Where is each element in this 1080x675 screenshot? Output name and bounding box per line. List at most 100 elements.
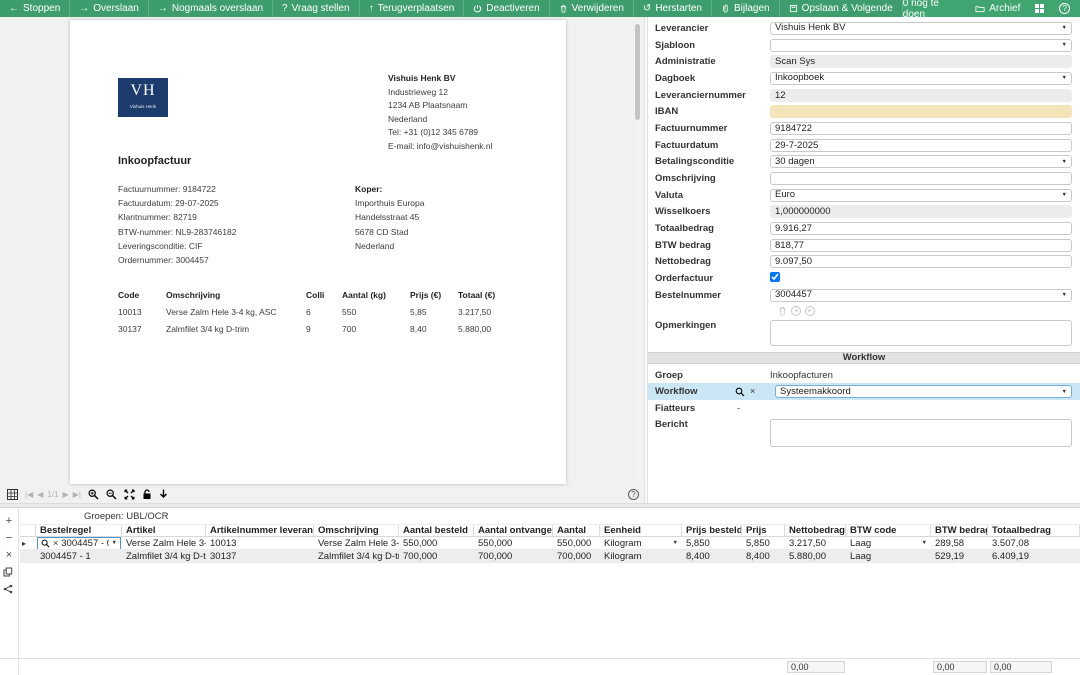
- col-aantal-ontvangen[interactable]: Aantal ontvangen: [474, 525, 553, 536]
- col-prijs: Prijs (€): [410, 290, 458, 300]
- trash-icon[interactable]: [778, 306, 787, 316]
- skip-again-button[interactable]: → Nogmaals overslaan: [149, 0, 273, 17]
- clear-icon[interactable]: ×: [750, 387, 755, 396]
- footer-totaalbedrag: 0,00: [990, 661, 1052, 673]
- trash-icon: [559, 4, 568, 13]
- ask-question-button[interactable]: ? Vraag stellen: [273, 0, 360, 17]
- lock-icon[interactable]: [142, 489, 152, 500]
- archive-button[interactable]: Archief: [975, 3, 1020, 14]
- remove-row-icon[interactable]: −: [3, 533, 15, 543]
- valuta-select[interactable]: Euro: [770, 189, 1072, 202]
- field-bericht: Bericht: [648, 417, 1080, 449]
- fit-page-icon[interactable]: [124, 489, 135, 500]
- field-nettobedrag: Nettobedrag: [648, 254, 1080, 271]
- split-icon[interactable]: [3, 584, 15, 594]
- omschrijving-input[interactable]: [770, 172, 1072, 185]
- help-icon[interactable]: ?: [1059, 3, 1070, 14]
- opmerkingen-textarea[interactable]: [770, 320, 1072, 346]
- betalingsconditie-select[interactable]: 30 dagen: [770, 155, 1072, 168]
- field-valuta: Valuta Euro: [648, 187, 1080, 204]
- restart-button[interactable]: ↺ Herstarten: [634, 0, 712, 17]
- col-nettobedrag[interactable]: Nettobedrag: [785, 525, 846, 536]
- next-order-icon[interactable]: ▸: [805, 306, 815, 316]
- col-artikelnummer-leverancier[interactable]: Artikelnummer leverancier: [206, 525, 314, 536]
- factuurdatum-input[interactable]: [770, 139, 1072, 152]
- col-prijs-besteld[interactable]: Prijs besteld: [682, 525, 742, 536]
- bestelregel-combo[interactable]: × 3004457 - 0: [37, 537, 121, 549]
- wisselkoers-label: Wisselkoers: [655, 206, 770, 217]
- next-page-icon[interactable]: ▶: [63, 490, 69, 499]
- invoice-date-line: Factuurdatum: 29-07-2025: [118, 196, 236, 210]
- download-icon[interactable]: [159, 489, 168, 500]
- grid-apps-icon[interactable]: [1034, 3, 1045, 14]
- logo-initials: VH: [118, 78, 168, 104]
- col-bestelregel[interactable]: Bestelregel: [36, 525, 122, 536]
- grid-row[interactable]: 3004457 - 1 Zalmfilet 3/4 kg D-trim 3013…: [20, 550, 1080, 563]
- col-code: Code: [118, 290, 166, 300]
- zoom-out-icon[interactable]: [106, 489, 117, 500]
- field-sjabloon: Sjabloon: [648, 37, 1080, 54]
- copy-icon[interactable]: [3, 567, 15, 577]
- prev-page-icon[interactable]: ◀: [37, 490, 43, 499]
- grid-row-selected[interactable]: ▸ × 3004457 - 0 Verse Zalm Hele 3-4 k 10…: [20, 537, 1080, 550]
- fiatteurs-label: Fiatteurs: [655, 403, 727, 414]
- zoom-in-icon[interactable]: [88, 489, 99, 500]
- deactivate-button[interactable]: Deactiveren: [464, 0, 549, 17]
- move-back-button[interactable]: ↑ Terugverplaatsen: [360, 0, 465, 17]
- eenheid-dropdown[interactable]: Kilogram: [604, 538, 678, 549]
- skip-button[interactable]: → Overslaan: [70, 0, 149, 17]
- iban-input[interactable]: [770, 105, 1072, 118]
- orderfactuur-checkbox[interactable]: [770, 272, 780, 282]
- stop-button[interactable]: ← Stoppen: [0, 0, 70, 17]
- search-icon[interactable]: [735, 387, 745, 397]
- col-prijs[interactable]: Prijs: [742, 525, 785, 536]
- delete-button[interactable]: Verwijderen: [550, 0, 634, 17]
- arrow-up-icon: ↑: [369, 4, 374, 14]
- main-toolbar: ← Stoppen → Overslaan → Nogmaals oversla…: [0, 0, 1080, 17]
- col-btw-code[interactable]: BTW code: [846, 525, 931, 536]
- clear-icon[interactable]: ×: [53, 539, 58, 548]
- field-factuurnummer: Factuurnummer: [648, 120, 1080, 137]
- col-artikel[interactable]: Artikel: [122, 525, 206, 536]
- add-row-icon[interactable]: +: [3, 516, 15, 526]
- totaalbedrag-input[interactable]: [770, 222, 1072, 235]
- viewer-scrollbar[interactable]: [634, 22, 641, 480]
- field-groep: Groep Inkoopfacturen: [648, 367, 1080, 384]
- col-aantal-besteld[interactable]: Aantal besteld: [399, 525, 474, 536]
- bestelnummer-select[interactable]: 3004457: [770, 289, 1072, 302]
- attachments-button[interactable]: Bijlagen: [712, 0, 780, 17]
- field-btw-bedrag: BTW bedrag: [648, 237, 1080, 254]
- col-omschrijving[interactable]: Omschrijving: [314, 525, 399, 536]
- bericht-textarea[interactable]: [770, 419, 1072, 447]
- col-btw-bedrag[interactable]: BTW bedrag: [931, 525, 988, 536]
- prev-order-icon[interactable]: ◂: [791, 306, 801, 316]
- dagboek-select[interactable]: Inkoopboek: [770, 72, 1072, 85]
- save-next-button[interactable]: Opslaan & Volgende: [780, 0, 903, 17]
- first-page-icon[interactable]: |◀: [25, 490, 33, 499]
- field-betalingsconditie: Betalingsconditie 30 dagen: [648, 154, 1080, 171]
- nettobedrag-input[interactable]: [770, 255, 1072, 268]
- factuurnummer-input[interactable]: [770, 122, 1072, 135]
- leveranciernummer-label: Leveranciernummer: [655, 90, 770, 101]
- leverancier-select[interactable]: Vishuis Henk BV: [770, 22, 1072, 35]
- sjabloon-label: Sjabloon: [655, 40, 770, 51]
- col-eenheid[interactable]: Eenheid: [600, 525, 682, 536]
- btw-bedrag-input[interactable]: [770, 239, 1072, 252]
- workflow-select[interactable]: Systeemakkoord: [775, 385, 1072, 398]
- btw-code-dropdown[interactable]: Laag: [850, 538, 927, 549]
- leverancier-label: Leverancier: [655, 23, 770, 34]
- grid-group-label[interactable]: Groepen: UBL/OCR: [20, 508, 1080, 525]
- supplier-city: 1234 AB Plaatsnaam: [388, 99, 548, 113]
- thumbnails-icon[interactable]: [7, 489, 18, 500]
- last-page-icon[interactable]: ▶|: [73, 490, 81, 499]
- page-navigation[interactable]: |◀ ◀ 1/1 ▶ ▶|: [25, 490, 81, 499]
- col-totaalbedrag[interactable]: Totaalbedrag: [988, 525, 1080, 536]
- delete-row-icon[interactable]: ×: [3, 550, 15, 560]
- sjabloon-select[interactable]: [770, 39, 1072, 52]
- folder-icon: [975, 4, 985, 13]
- viewer-scrollbar-thumb[interactable]: [635, 24, 640, 120]
- col-aantal[interactable]: Aantal: [553, 525, 600, 536]
- invoice-page: VH Vishuis Henk Vishuis Henk BV Industri…: [70, 20, 566, 484]
- viewer-help-icon[interactable]: ?: [628, 489, 639, 500]
- search-icon[interactable]: [41, 539, 50, 548]
